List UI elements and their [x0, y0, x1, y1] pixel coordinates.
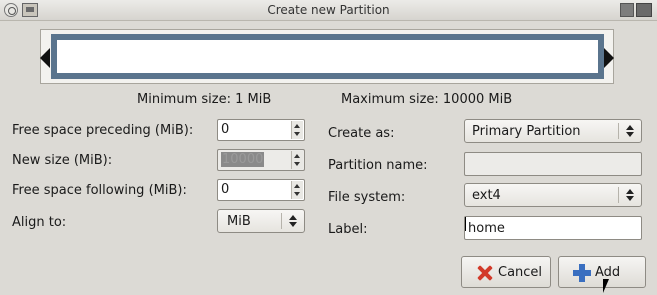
free-preceding-label: Free space preceding (MiB): — [12, 123, 194, 138]
add-button-label: Add — [595, 265, 621, 280]
align-to-select[interactable]: MiB — [217, 209, 305, 233]
chevron-updown-icon — [626, 124, 634, 138]
partition-name-label: Partition name: — [328, 158, 428, 173]
free-following-value: 0 — [221, 182, 230, 197]
minimum-size-label: Minimum size: 1 MiB — [137, 92, 272, 107]
align-to-value: MiB — [227, 214, 251, 229]
chevron-updown-icon — [289, 214, 297, 228]
file-system-value: ext4 — [472, 188, 501, 203]
free-preceding-spinner[interactable]: 0 — [217, 119, 305, 141]
window-title: Create new Partition — [267, 3, 390, 17]
add-plus-icon — [573, 264, 591, 282]
create-as-label: Create as: — [328, 126, 395, 141]
mouse-pointer-icon — [603, 279, 609, 293]
file-system-select[interactable]: ext4 — [464, 183, 642, 207]
label-label: Label: — [328, 222, 368, 237]
cancel-x-icon — [476, 264, 494, 282]
label-value: home — [468, 221, 505, 236]
partition-name-field[interactable] — [464, 152, 642, 176]
label-field[interactable]: home — [464, 216, 642, 240]
resize-handle-right-icon[interactable] — [604, 48, 614, 68]
add-button[interactable]: Add — [558, 256, 646, 288]
new-size-spinner[interactable]: 10000 — [217, 149, 305, 171]
partition-bar-fill — [57, 40, 598, 73]
spinner-arrows-icon[interactable] — [291, 151, 303, 169]
create-as-value: Primary Partition — [472, 124, 581, 139]
resize-handle-left-icon[interactable] — [40, 48, 50, 68]
title-bar: Create new Partition — [0, 0, 657, 21]
spinner-arrows-icon[interactable] — [291, 121, 303, 139]
chevron-updown-icon — [626, 188, 634, 202]
text-cursor — [465, 217, 466, 231]
cancel-button-label: Cancel — [498, 265, 543, 280]
cancel-button[interactable]: Cancel — [461, 256, 551, 288]
align-to-label: Align to: — [12, 215, 67, 230]
new-size-label: New size (MiB): — [12, 153, 113, 168]
free-preceding-value: 0 — [221, 122, 230, 137]
free-following-label: Free space following (MiB): — [12, 183, 187, 198]
partition-bar[interactable] — [51, 34, 604, 79]
maximum-size-label: Maximum size: 10000 MiB — [341, 92, 513, 107]
minimize-button[interactable] — [620, 3, 634, 17]
create-as-select[interactable]: Primary Partition — [464, 119, 642, 143]
free-following-spinner[interactable]: 0 — [217, 179, 305, 201]
partition-resizer[interactable] — [40, 29, 614, 84]
maximize-button[interactable] — [636, 3, 652, 17]
new-size-value: 10000 — [221, 152, 265, 167]
file-system-label: File system: — [328, 190, 406, 205]
spinner-arrows-icon[interactable] — [291, 181, 303, 199]
